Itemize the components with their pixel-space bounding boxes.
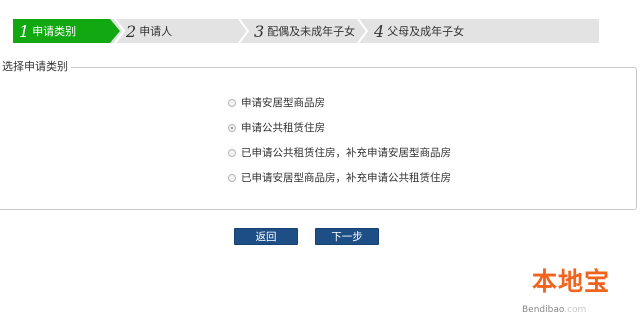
step-3-number: 3 <box>254 21 265 41</box>
option-label: 已申请安居型商品房，补充申请公共租赁住房 <box>241 172 451 184</box>
step-separator-icon <box>357 19 369 43</box>
step-1-apply-category: 1 申请类别 <box>13 19 110 43</box>
step-separator-icon <box>114 19 126 43</box>
back-button[interactable]: 返回 <box>234 228 298 245</box>
step-3-spouse-children: 3 配偶及未成年子女 <box>254 19 355 43</box>
next-step-button[interactable]: 下一步 <box>315 228 379 245</box>
step-progress-bar: 1 申请类别 2 申请人 3 配偶及未成年子女 4 父母及成年子女 <box>13 19 599 43</box>
option-affordable-housing[interactable]: 申请安居型商品房 <box>228 95 325 110</box>
option-affordable-plus-rental[interactable]: 已申请安居型商品房，补充申请公共租赁住房 <box>228 170 451 185</box>
step-2-number: 2 <box>126 21 137 41</box>
option-label: 已申请公共租赁住房，补充申请安居型商品房 <box>241 147 451 159</box>
watermark-url: Bendibao.com <box>522 305 586 315</box>
step-2-label: 申请人 <box>139 25 173 38</box>
bendibao-watermark: 本地宝 Bendibao.com <box>522 262 622 320</box>
radio-button[interactable] <box>228 148 236 157</box>
watermark-url-name: Bendibao <box>522 305 565 315</box>
step-3-label: 配偶及未成年子女 <box>267 25 356 38</box>
fieldset-legend: 选择申请类别 <box>0 60 71 74</box>
step-1-label: 申请类别 <box>32 25 77 38</box>
step-1-number: 1 <box>19 21 30 41</box>
option-rental-plus-affordable[interactable]: 已申请公共租赁住房，补充申请安居型商品房 <box>228 145 451 160</box>
category-fieldset <box>0 67 637 210</box>
radio-button[interactable] <box>228 98 236 107</box>
step-4-parents-adult-children: 4 父母及成年子女 <box>374 19 464 43</box>
option-label: 申请安居型商品房 <box>241 97 325 109</box>
radio-button[interactable] <box>228 173 236 182</box>
step-4-label: 父母及成年子女 <box>387 25 465 38</box>
step-4-number: 4 <box>374 21 385 41</box>
step-2-applicant: 2 申请人 <box>126 19 172 43</box>
watermark-url-domain: .com <box>564 305 587 315</box>
radio-button-selected[interactable] <box>228 123 236 132</box>
step-separator-icon <box>238 19 250 43</box>
option-public-rental-housing[interactable]: 申请公共租赁住房 <box>228 120 325 135</box>
watermark-logo-text: 本地宝 <box>532 267 611 296</box>
option-label: 申请公共租赁住房 <box>241 122 325 134</box>
